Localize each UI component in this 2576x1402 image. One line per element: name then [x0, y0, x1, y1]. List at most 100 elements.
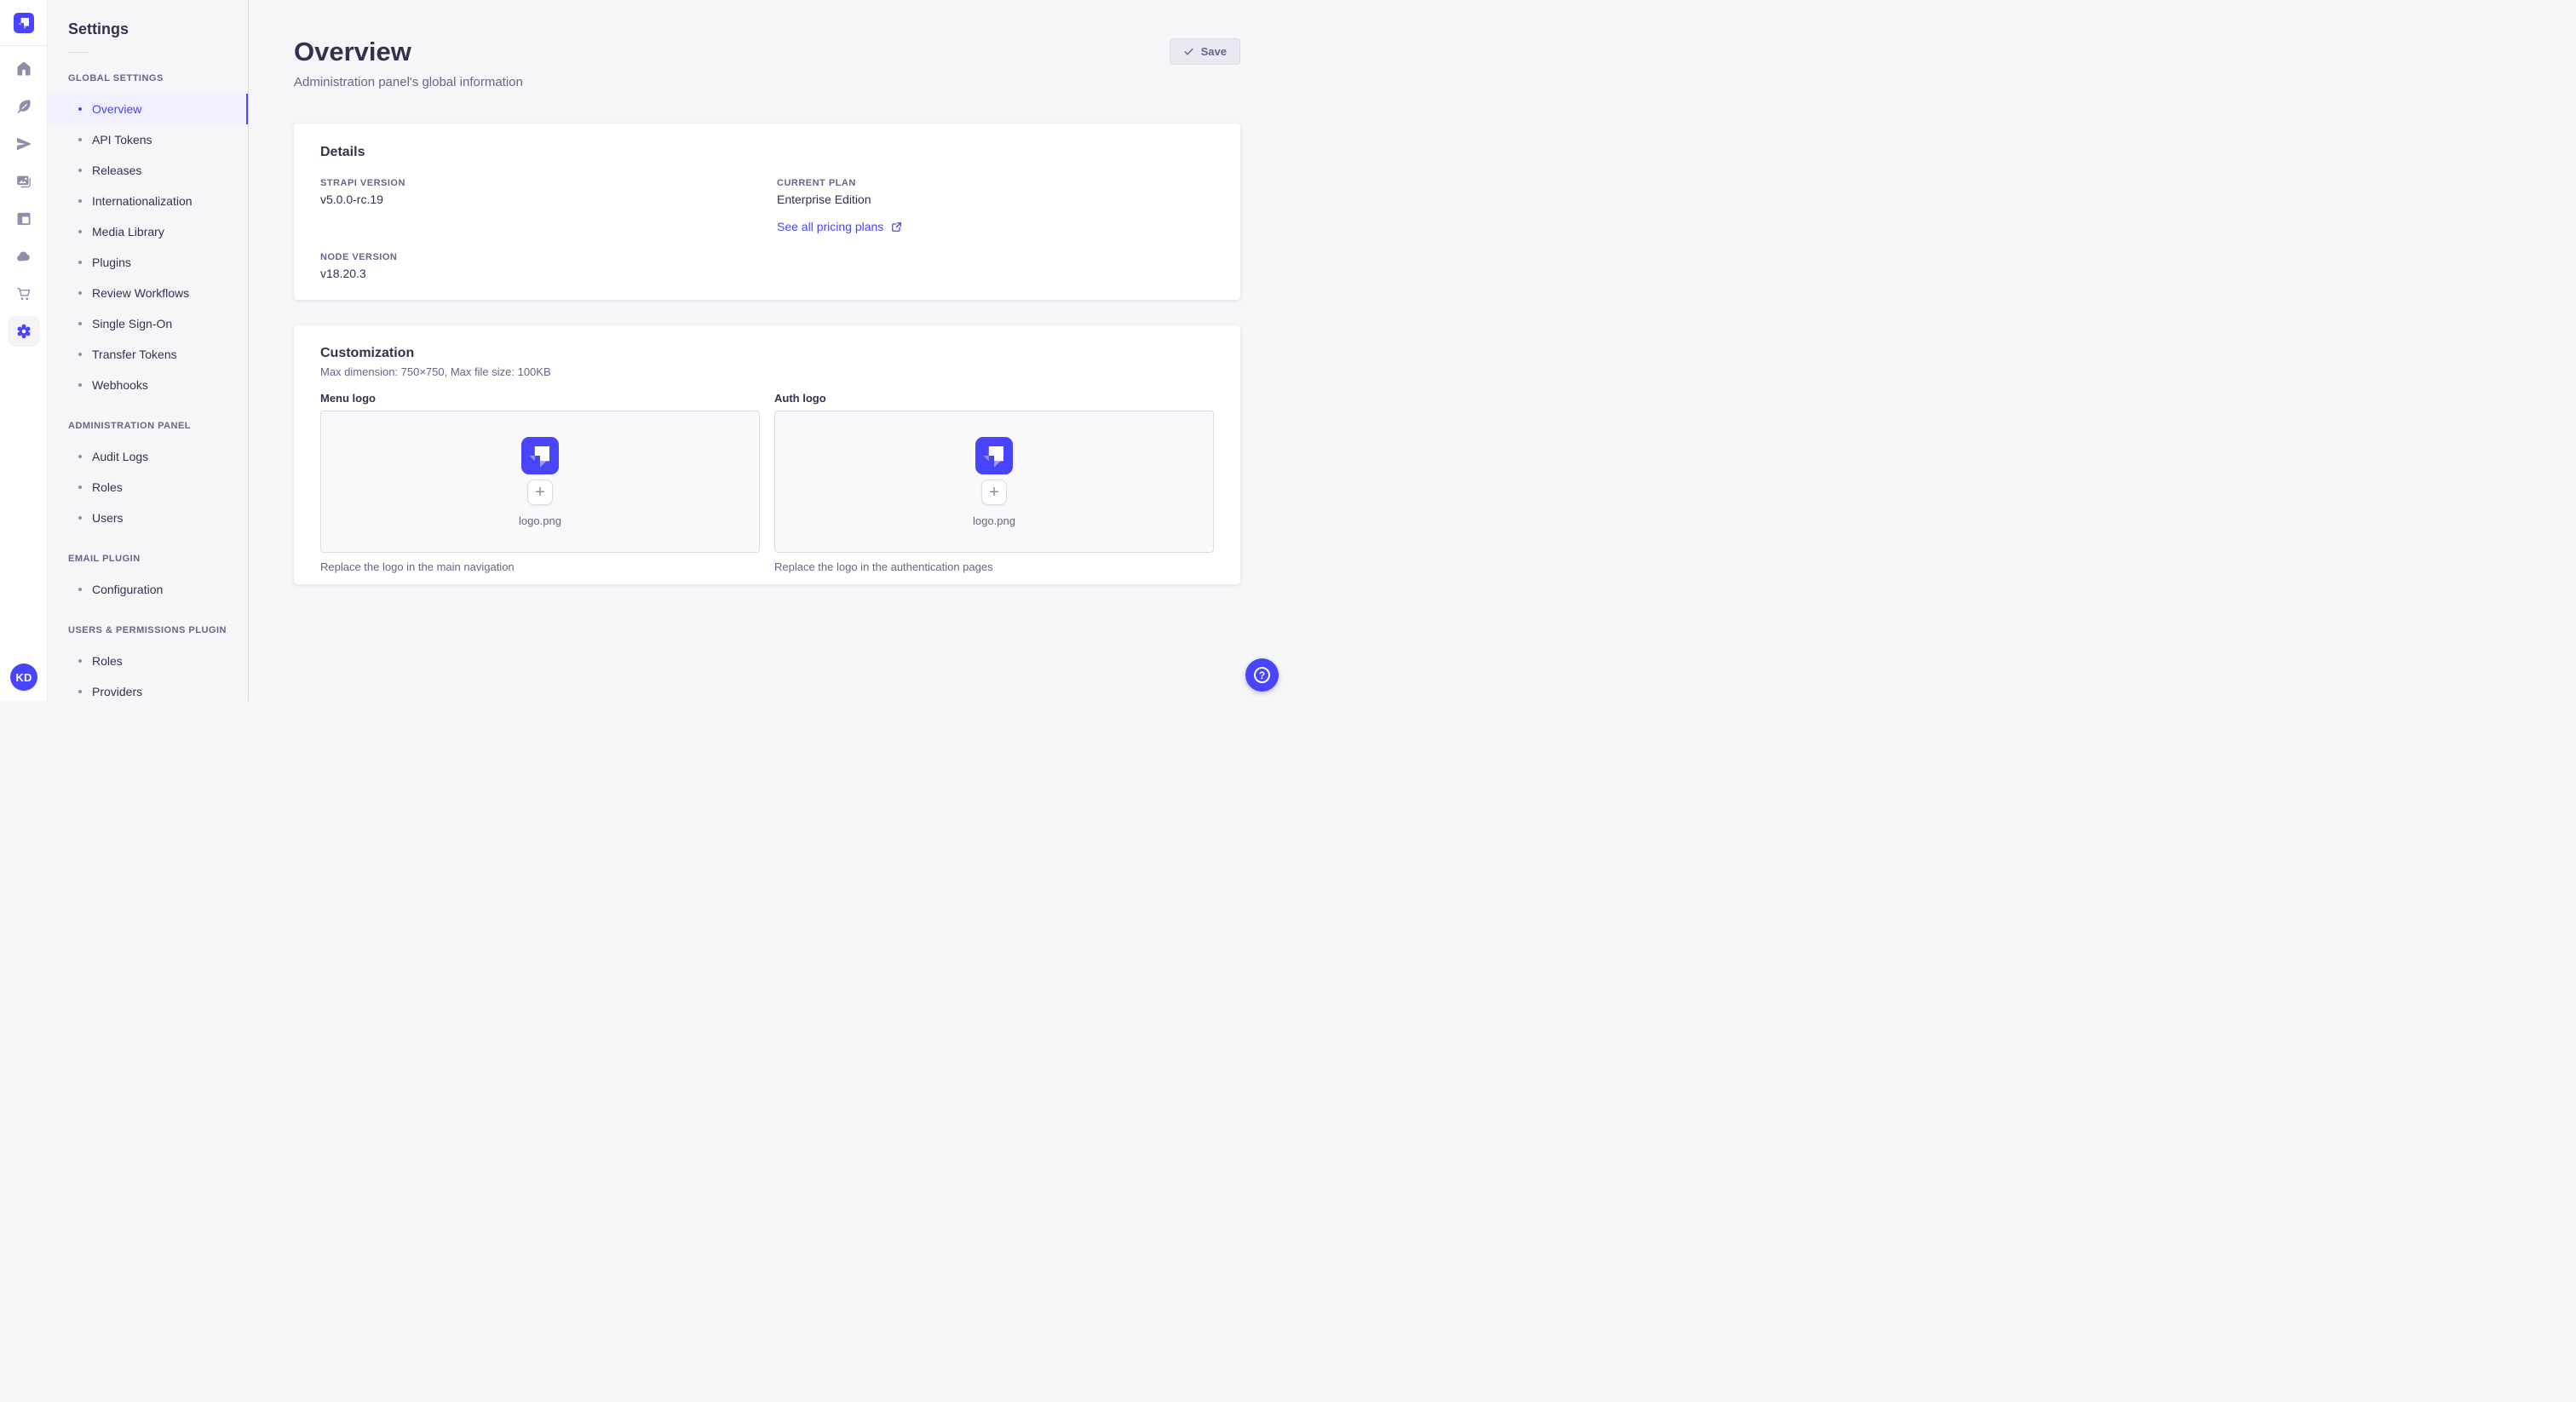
layout-icon[interactable] — [9, 204, 39, 234]
details-right-column: CURRENT PLAN Enterprise Edition See all … — [777, 178, 1214, 280]
subnav-item-releases[interactable]: Releases — [48, 155, 248, 186]
subnav-item-label: Single Sign-On — [92, 317, 173, 330]
auth-logo-dropzone[interactable]: + logo.png — [774, 411, 1214, 553]
main-nav-rail: KD — [0, 0, 48, 701]
subnav-item-audit-logs[interactable]: Audit Logs — [48, 441, 248, 472]
bullet-icon — [78, 383, 82, 387]
subnav-item-label: Audit Logs — [92, 450, 149, 463]
current-plan-value: Enterprise Edition — [777, 192, 871, 206]
subnav-item-media-library[interactable]: Media Library — [48, 216, 248, 247]
customization-constraints: Max dimension: 750×750, Max file size: 1… — [320, 365, 551, 378]
images-icon[interactable] — [9, 166, 39, 197]
subnav-item-admin-roles[interactable]: Roles — [48, 472, 248, 503]
subnav-item-label: Internationalization — [92, 194, 193, 208]
section-global-settings: GLOBAL SETTINGS — [68, 73, 164, 83]
user-avatar[interactable]: KD — [10, 664, 37, 691]
subnav-item-label: Roles — [92, 480, 123, 494]
menu-logo-dropzone[interactable]: + logo.png — [320, 411, 760, 553]
add-auth-logo-button[interactable]: + — [981, 479, 1007, 505]
details-fields: STRAPI VERSION v5.0.0-rc.19 NODE VERSION… — [320, 178, 1214, 280]
bullet-icon — [78, 199, 82, 203]
strapi-logo-icon — [975, 436, 1013, 474]
current-plan-label: CURRENT PLAN — [777, 178, 856, 188]
auth-logo-upload: Auth logo + logo.png Replace the logo in… — [774, 392, 1214, 573]
strapi-version-label: STRAPI VERSION — [320, 178, 405, 188]
bullet-icon — [78, 486, 82, 489]
shopping-cart-icon[interactable] — [9, 279, 39, 309]
bullet-icon — [78, 659, 82, 663]
current-plan-field: CURRENT PLAN Enterprise Edition — [777, 178, 1214, 206]
section-users-permissions-plugin: USERS & PERMISSIONS PLUGIN — [68, 625, 227, 635]
feather-icon[interactable] — [9, 91, 39, 122]
save-button[interactable]: Save — [1169, 38, 1240, 65]
subnav-item-up-providers[interactable]: Providers — [48, 676, 248, 701]
home-icon[interactable] — [9, 54, 39, 84]
node-version-value: v18.20.3 — [320, 267, 366, 280]
bullet-icon — [78, 690, 82, 693]
bullet-icon — [78, 353, 82, 356]
strapi-logo-icon — [13, 13, 34, 33]
strapi-admin-app: KD Settings GLOBAL SETTINGS Overview API… — [0, 0, 1288, 701]
paper-plane-icon[interactable] — [9, 129, 39, 159]
subnav-item-overview[interactable]: Overview — [48, 94, 248, 124]
subnav-item-label: Plugins — [92, 256, 131, 269]
bullet-icon — [78, 455, 82, 458]
subnav-item-up-roles[interactable]: Roles — [48, 646, 248, 676]
subnav-item-label: Releases — [92, 164, 142, 177]
strapi-logo[interactable] — [13, 13, 34, 33]
subnav-item-review-workflows[interactable]: Review Workflows — [48, 278, 248, 308]
subnav-item-transfer-tokens[interactable]: Transfer Tokens — [48, 339, 248, 370]
subnav-item-label: Overview — [92, 102, 142, 116]
subnav-item-label: API Tokens — [92, 133, 152, 147]
bullet-icon — [78, 588, 82, 591]
subnav-item-label: Configuration — [92, 583, 164, 596]
page-title: Overview — [294, 37, 411, 66]
subnav-item-label: Webhooks — [92, 378, 148, 392]
subnav-item-label: Review Workflows — [92, 286, 190, 300]
cloud-icon[interactable] — [9, 241, 39, 272]
node-version-field: NODE VERSION v18.20.3 — [320, 252, 777, 280]
customization-card: Customization Max dimension: 750×750, Ma… — [294, 325, 1240, 584]
subnav-item-label: Roles — [92, 654, 123, 668]
menu-logo-filename: logo.png — [519, 514, 561, 527]
menu-logo-caption: Replace the logo in the main navigation — [320, 560, 515, 573]
subnav-item-admin-users[interactable]: Users — [48, 503, 248, 533]
subnav-item-plugins[interactable]: Plugins — [48, 247, 248, 278]
menu-logo-upload: Menu logo + logo.png Replace the logo in… — [320, 392, 760, 573]
pricing-plans-link[interactable]: See all pricing plans — [777, 220, 902, 233]
subnav-title-rule — [68, 52, 89, 53]
auth-logo-label: Auth logo — [774, 392, 826, 405]
subnav-item-email-configuration[interactable]: Configuration — [48, 574, 248, 605]
bullet-icon — [78, 138, 82, 141]
menu-logo-preview — [521, 436, 559, 474]
strapi-version-value: v5.0.0-rc.19 — [320, 192, 383, 206]
strapi-logo-icon — [521, 436, 559, 474]
bullet-icon — [78, 322, 82, 325]
details-heading: Details — [320, 145, 365, 159]
page-subtitle: Administration panel's global informatio… — [294, 75, 523, 89]
details-left-column: STRAPI VERSION v5.0.0-rc.19 NODE VERSION… — [320, 178, 777, 280]
section-email-plugin: EMAIL PLUGIN — [68, 554, 141, 564]
help-button[interactable]: ? — [1245, 658, 1279, 692]
rail-icon-list — [8, 54, 39, 347]
subnav-item-label: Users — [92, 511, 124, 525]
subnav-item-label: Transfer Tokens — [92, 348, 177, 361]
main-content: Overview Administration panel's global i… — [249, 0, 1288, 701]
external-link-icon — [892, 221, 902, 232]
pricing-plans-link-label: See all pricing plans — [777, 220, 884, 233]
auth-logo-filename: logo.png — [973, 514, 1015, 527]
bullet-icon — [78, 261, 82, 264]
bullet-icon — [78, 516, 82, 520]
checkmark-icon — [1184, 48, 1193, 55]
gear-icon[interactable] — [8, 316, 39, 347]
page-header-text: Overview Administration panel's global i… — [294, 37, 523, 90]
add-menu-logo-button[interactable]: + — [527, 479, 553, 505]
save-button-label: Save — [1200, 45, 1227, 58]
subnav-item-api-tokens[interactable]: API Tokens — [48, 124, 248, 155]
subnav-item-internationalization[interactable]: Internationalization — [48, 186, 248, 216]
customization-heading: Customization — [320, 346, 415, 360]
page-header: Overview Administration panel's global i… — [294, 37, 1240, 89]
subnav-item-single-sign-on[interactable]: Single Sign-On — [48, 308, 248, 339]
subnav-item-label: Media Library — [92, 225, 164, 238]
subnav-item-webhooks[interactable]: Webhooks — [48, 370, 248, 400]
